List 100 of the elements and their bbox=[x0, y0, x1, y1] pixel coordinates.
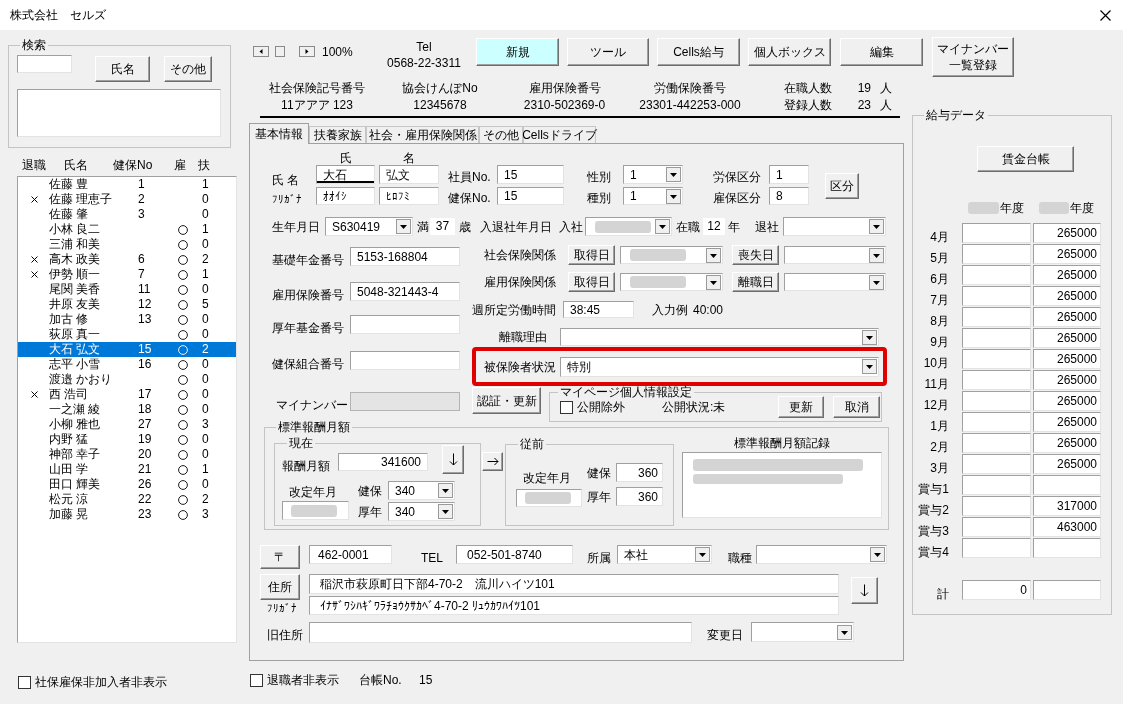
amount-field[interactable]: 265000 bbox=[1033, 307, 1101, 327]
caret-down-icon[interactable] bbox=[706, 274, 721, 290]
amount-field[interactable]: 265000 bbox=[1033, 370, 1101, 390]
caret-right-icon[interactable] bbox=[299, 46, 315, 57]
checkbox[interactable] bbox=[250, 673, 263, 687]
checkbox[interactable] bbox=[560, 400, 573, 414]
amount-field[interactable] bbox=[962, 286, 1031, 306]
amount-field[interactable]: 265000 bbox=[1033, 454, 1101, 474]
date-field[interactable] bbox=[516, 489, 582, 507]
amount-field[interactable] bbox=[962, 370, 1031, 390]
text-field[interactable]: 360 bbox=[616, 487, 663, 506]
postal-code-button[interactable]: 〒 bbox=[260, 545, 300, 569]
address-kana-field[interactable]: ｲﾅｻﾞﾜｼﾊｷﾞﾜﾗﾁｮｳｸｻｶﾍﾞ4-70-2 ﾘｭｳｶﾜﾊｲﾂ101 bbox=[309, 596, 839, 615]
tab[interactable]: Cellsドライブ bbox=[523, 126, 596, 143]
dropdown[interactable]: 340 bbox=[388, 481, 455, 500]
caret-down-icon[interactable] bbox=[695, 547, 710, 562]
caret-down-icon[interactable] bbox=[396, 219, 411, 234]
kana-field[interactable]: ﾋﾛﾌﾐ bbox=[379, 187, 439, 205]
end-date-button[interactable]: 離職日 bbox=[732, 272, 779, 292]
text-field[interactable]: 15 bbox=[497, 187, 564, 205]
amount-field[interactable]: 265000 bbox=[1033, 223, 1101, 243]
dropdown[interactable]: 1 bbox=[623, 165, 683, 184]
employee-row[interactable]: 大石 弘文 15 2 bbox=[18, 342, 236, 357]
date-field[interactable] bbox=[282, 501, 349, 520]
amount-field[interactable] bbox=[962, 307, 1031, 327]
amount-field[interactable] bbox=[962, 412, 1031, 432]
tab[interactable]: その他 bbox=[479, 126, 523, 143]
caret-down-icon[interactable] bbox=[706, 247, 721, 263]
amount-field[interactable] bbox=[962, 496, 1031, 516]
verify-button[interactable]: 認証・更新 bbox=[472, 387, 541, 414]
address-field[interactable]: 稲沢市萩原町日下部4-70-2 流川ハイツ101 bbox=[309, 574, 839, 594]
amount-field[interactable]: 265000 bbox=[1033, 433, 1101, 453]
dropdown[interactable]: S630419 bbox=[325, 217, 413, 236]
update-button[interactable]: 更新 bbox=[778, 396, 824, 418]
caret-down-icon[interactable] bbox=[837, 624, 852, 640]
old-address-field[interactable] bbox=[309, 622, 692, 643]
amount-field[interactable]: 265000 bbox=[1033, 286, 1101, 306]
scroll-thumb[interactable] bbox=[275, 46, 285, 57]
record-list-field[interactable] bbox=[682, 452, 882, 518]
caret-left-icon[interactable] bbox=[253, 46, 269, 57]
amount-field[interactable] bbox=[962, 349, 1031, 369]
amount-field[interactable] bbox=[962, 538, 1031, 558]
cancel-button[interactable]: 取消 bbox=[833, 396, 880, 418]
dropdown[interactable]: 1 bbox=[623, 187, 683, 205]
dropdown[interactable]: 本社 bbox=[617, 545, 712, 564]
acquired-date-button[interactable]: 取得日 bbox=[568, 272, 615, 292]
amount-field[interactable] bbox=[962, 517, 1031, 537]
kana-field[interactable]: ｵｵｲｼ bbox=[316, 187, 375, 205]
amount-field[interactable] bbox=[962, 265, 1031, 285]
edit-button[interactable]: 編集 bbox=[840, 38, 923, 66]
address-button[interactable]: 住所 bbox=[260, 574, 300, 600]
amount-field[interactable]: 0 bbox=[962, 580, 1031, 600]
search-field[interactable] bbox=[17, 55, 72, 73]
amount-field[interactable]: 463000 bbox=[1033, 517, 1101, 537]
text-field[interactable] bbox=[350, 351, 460, 370]
amount-field[interactable]: 265000 bbox=[1033, 244, 1101, 264]
dropdown[interactable]: 340 bbox=[388, 502, 455, 521]
search-results-field[interactable] bbox=[17, 89, 221, 137]
amount-field[interactable] bbox=[962, 454, 1031, 474]
amount-field[interactable] bbox=[962, 391, 1031, 411]
caret-down-icon[interactable] bbox=[870, 547, 885, 562]
text-field[interactable] bbox=[350, 315, 460, 334]
amount-field[interactable] bbox=[1033, 538, 1101, 558]
pay-field[interactable]: 341600 bbox=[338, 453, 428, 471]
end-date-button[interactable]: 喪失日 bbox=[732, 245, 779, 265]
amount-field[interactable]: 265000 bbox=[1033, 328, 1101, 348]
amount-field[interactable]: 265000 bbox=[1033, 391, 1101, 411]
amount-field[interactable]: 317000 bbox=[1033, 496, 1101, 516]
dropdown[interactable]: 特別 bbox=[560, 356, 879, 377]
amount-field[interactable] bbox=[1033, 475, 1101, 495]
payroll-button[interactable]: Cells給与 bbox=[657, 38, 740, 66]
caret-down-icon[interactable] bbox=[869, 219, 884, 234]
text-field[interactable]: 5048-321443-4 bbox=[350, 282, 460, 301]
close-icon[interactable] bbox=[1100, 9, 1111, 21]
caret-down-icon[interactable] bbox=[862, 359, 877, 374]
text-field[interactable]: 462-0001 bbox=[309, 545, 392, 564]
caret-down-icon[interactable] bbox=[869, 247, 884, 263]
text-field[interactable]: 360 bbox=[616, 463, 663, 482]
new-button[interactable]: 新規 bbox=[476, 38, 559, 66]
my-number-list-button[interactable]: マイナンバー一覧登録 bbox=[932, 37, 1014, 77]
text-field[interactable]: 15 bbox=[497, 165, 564, 184]
caret-down-icon[interactable] bbox=[438, 483, 453, 498]
checkbox[interactable] bbox=[18, 675, 31, 689]
text-field[interactable]: 1 bbox=[769, 165, 809, 184]
name-search-button[interactable]: 氏名 bbox=[95, 56, 150, 82]
caret-down-icon[interactable] bbox=[862, 329, 877, 345]
name-field[interactable]: 大石 bbox=[316, 165, 375, 184]
tab[interactable]: 扶養家族 bbox=[309, 126, 366, 143]
class-button[interactable]: 区分 bbox=[825, 173, 859, 199]
text-field[interactable]: 5153-168804 bbox=[350, 247, 460, 266]
personal-box-button[interactable]: 個人ボックス bbox=[748, 38, 831, 66]
tab[interactable]: 社会・雇用保険関係 bbox=[366, 126, 479, 143]
name-field[interactable]: 弘文 bbox=[379, 165, 439, 184]
wage-ledger-button[interactable]: 賃金台帳 bbox=[977, 146, 1074, 172]
amount-field[interactable]: 265000 bbox=[1033, 265, 1101, 285]
right-arrow-button[interactable] bbox=[482, 452, 503, 471]
amount-field[interactable] bbox=[962, 223, 1031, 243]
amount-field[interactable]: 265000 bbox=[1033, 349, 1101, 369]
text-field[interactable]: 052-501-8740 bbox=[456, 545, 573, 564]
other-search-button[interactable]: その他 bbox=[164, 56, 212, 82]
